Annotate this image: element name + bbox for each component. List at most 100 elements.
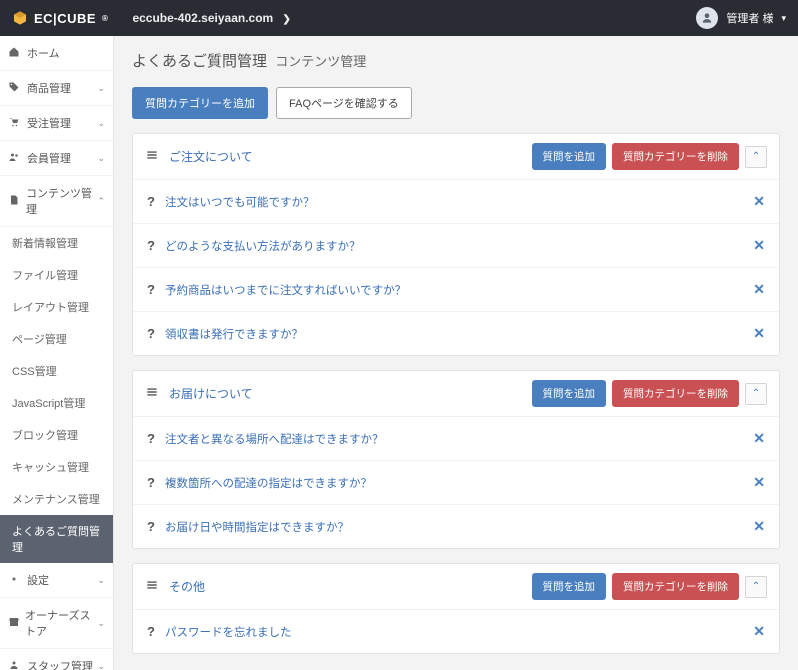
store-icon (8, 616, 20, 631)
expand-icon: ⌄ (97, 153, 105, 164)
sidebar-item-label: スタッフ管理 (27, 658, 93, 670)
sidebar-subitem-4[interactable]: CSS管理 (0, 355, 113, 387)
sidebar-subitem-0[interactable]: 新着情報管理 (0, 227, 113, 259)
expand-icon: ⌄ (97, 83, 105, 94)
question-link[interactable]: どのような支払い方法がありますか？ (165, 238, 361, 254)
sidebar-item-label: 会員管理 (27, 150, 71, 166)
sidebar-item-6[interactable]: オーナーズストア⌄ (0, 598, 113, 649)
avatar-icon (696, 7, 718, 29)
sidebar-subitem-3[interactable]: ページ管理 (0, 323, 113, 355)
delete-category-button[interactable]: 質問カテゴリーを削除 (612, 143, 739, 170)
category-header: お届けについて 質問を追加質問カテゴリーを削除 ⌃ (133, 371, 779, 417)
sidebar-item-label: 設定 (27, 572, 49, 588)
question-row: ? お届け日や時間指定はできますか？ ✕ (133, 505, 779, 548)
delete-question-icon[interactable]: ✕ (753, 281, 765, 298)
expand-icon: ⌃ (97, 196, 105, 207)
delete-question-icon[interactable]: ✕ (753, 623, 765, 640)
category-title[interactable]: その他 (169, 578, 205, 595)
topbar-user[interactable]: 管理者 様 ▾ (696, 7, 786, 29)
gear-icon (8, 573, 22, 588)
question-link[interactable]: 予約商品はいつまでに注文すればいいですか？ (165, 282, 406, 298)
page-title: よくあるご質問管理 コンテンツ管理 (132, 50, 780, 71)
question-link[interactable]: 複数箇所への配達の指定はできますか？ (165, 475, 372, 491)
question-link[interactable]: 領収書は発行できますか？ (165, 326, 303, 342)
category-title[interactable]: ご注文について (169, 148, 253, 165)
drag-handle-icon[interactable] (145, 385, 159, 402)
question-mark-icon: ? (147, 238, 155, 253)
doc-icon (8, 194, 21, 209)
category-card-0: ご注文について 質問を追加質問カテゴリーを削除 ⌃? 注文はいつでも可能ですか？ ✕? ど… (132, 133, 780, 356)
toolbar: 質問カテゴリーを追加 FAQページを確認する (132, 87, 780, 119)
category-title[interactable]: お届けについて (169, 385, 253, 402)
delete-question-icon[interactable]: ✕ (753, 430, 765, 447)
add-question-button[interactable]: 質問を追加 (532, 573, 607, 600)
sidebar-subitem-8[interactable]: メンテナンス管理 (0, 483, 113, 515)
sidebar-item-7[interactable]: スタッフ管理 ⌄ (0, 649, 113, 670)
content: よくあるご質問管理 コンテンツ管理 質問カテゴリーを追加 FAQページを確認する… (114, 36, 798, 670)
sidebar-subitem-2[interactable]: レイアウト管理 (0, 291, 113, 323)
sidebar-item-label: 受注管理 (27, 115, 71, 131)
chevron-down-icon: ▾ (781, 13, 786, 24)
sidebar-item-4[interactable]: コンテンツ管理⌃ (0, 176, 113, 227)
sidebar-subitem-9[interactable]: よくあるご質問管理 (0, 515, 113, 563)
sidebar-item-label: オーナーズストア (25, 607, 97, 639)
question-mark-icon: ? (147, 326, 155, 341)
question-mark-icon: ? (147, 519, 155, 534)
delete-question-icon[interactable]: ✕ (753, 474, 765, 491)
sidebar-item-2[interactable]: 受注管理 ⌄ (0, 106, 113, 141)
drag-handle-icon[interactable] (145, 578, 159, 595)
sidebar-subitem-7[interactable]: キャッシュ管理 (0, 451, 113, 483)
sidebar-subitem-1[interactable]: ファイル管理 (0, 259, 113, 291)
sidebar-subitem-5[interactable]: JavaScript管理 (0, 387, 113, 419)
question-link[interactable]: パスワードを忘れました (165, 624, 292, 640)
add-question-button[interactable]: 質問を追加 (532, 143, 607, 170)
home-icon (8, 46, 22, 61)
question-link[interactable]: お届け日や時間指定はできますか？ (165, 519, 349, 535)
drag-handle-icon[interactable] (145, 148, 159, 165)
expand-icon: ⌄ (97, 575, 105, 586)
question-row: ? パスワードを忘れました ✕ (133, 610, 779, 653)
sidebar-item-1[interactable]: 商品管理⌄ (0, 71, 113, 106)
sidebar-item-3[interactable]: 会員管理 ⌄ (0, 141, 113, 176)
question-row: ? 予約商品はいつまでに注文すればいいですか？ ✕ (133, 268, 779, 312)
logo-text: EC|CUBE (34, 11, 96, 26)
confirm-faq-button[interactable]: FAQページを確認する (276, 87, 412, 119)
sidebar: ホーム商品管理⌄ 受注管理 ⌄ 会員管理 ⌄ コンテンツ管理⌃新着情報管理ファイル管理レイ… (0, 36, 114, 670)
question-link[interactable]: 注文はいつでも可能ですか？ (165, 194, 315, 210)
delete-question-icon[interactable]: ✕ (753, 518, 765, 535)
staff-icon (8, 659, 22, 670)
delete-question-icon[interactable]: ✕ (753, 325, 765, 342)
expand-icon: ⌄ (97, 661, 105, 670)
question-row: ? 領収書は発行できますか？ ✕ (133, 312, 779, 355)
collapse-toggle[interactable]: ⌃ (745, 576, 767, 598)
question-mark-icon: ? (147, 194, 155, 209)
question-row: ? 注文はいつでも可能ですか？ ✕ (133, 180, 779, 224)
add-category-button[interactable]: 質問カテゴリーを追加 (132, 87, 268, 119)
sidebar-item-5[interactable]: 設定 ⌄ (0, 563, 113, 598)
sidebar-subitem-6[interactable]: ブロック管理 (0, 419, 113, 451)
expand-icon: ⌄ (97, 118, 105, 129)
delete-category-button[interactable]: 質問カテゴリーを削除 (612, 380, 739, 407)
tag-icon (8, 81, 22, 96)
delete-question-icon[interactable]: ✕ (753, 193, 765, 210)
domain-selector[interactable]: eccube-402.seiyaan.com ❯ (132, 11, 290, 25)
logo[interactable]: EC|CUBE ® (12, 10, 108, 26)
add-question-button[interactable]: 質問を追加 (532, 380, 607, 407)
users-icon (8, 151, 22, 166)
topbar: EC|CUBE ® eccube-402.seiyaan.com ❯ 管理者 様… (0, 0, 798, 36)
category-card-2: その他 質問を追加質問カテゴリーを削除 ⌃? パスワードを忘れました ✕ (132, 563, 780, 654)
question-row: ? 注文者と異なる場所へ配達はできますか？ ✕ (133, 417, 779, 461)
collapse-toggle[interactable]: ⌃ (745, 146, 767, 168)
question-mark-icon: ? (147, 475, 155, 490)
question-link[interactable]: 注文者と異なる場所へ配達はできますか？ (165, 431, 384, 447)
delete-category-button[interactable]: 質問カテゴリーを削除 (612, 573, 739, 600)
category-header: その他 質問を追加質問カテゴリーを削除 ⌃ (133, 564, 779, 610)
question-mark-icon: ? (147, 431, 155, 446)
delete-question-icon[interactable]: ✕ (753, 237, 765, 254)
question-mark-icon: ? (147, 624, 155, 639)
sidebar-item-0[interactable]: ホーム (0, 36, 113, 71)
question-row: ? どのような支払い方法がありますか？ ✕ (133, 224, 779, 268)
question-mark-icon: ? (147, 282, 155, 297)
expand-icon: ⌄ (97, 618, 105, 629)
collapse-toggle[interactable]: ⌃ (745, 383, 767, 405)
